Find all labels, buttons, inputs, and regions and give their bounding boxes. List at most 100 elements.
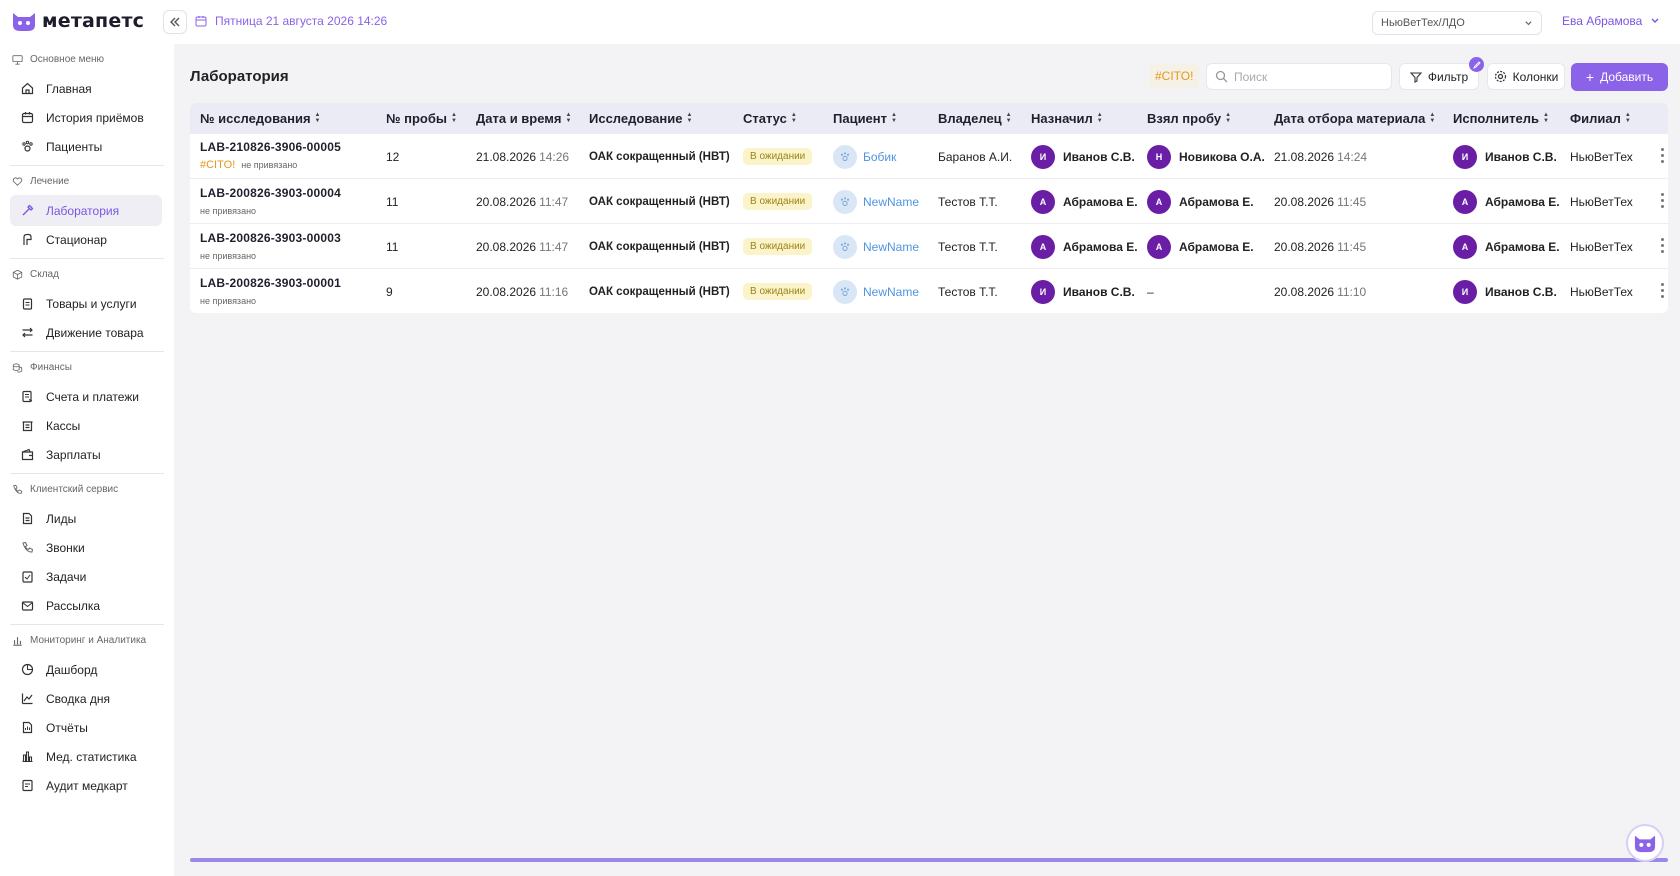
sidebar-item[interactable]: Кассы xyxy=(10,410,162,441)
patient-link[interactable]: NewName xyxy=(863,195,919,209)
sidebar-item[interactable]: Зарплаты xyxy=(10,439,162,470)
assigned-cell: И Иванов С.В. xyxy=(1031,269,1135,313)
patient-cell[interactable]: NewName xyxy=(833,224,919,269)
search-input[interactable]: Поиск xyxy=(1206,63,1392,90)
pipette-icon xyxy=(22,204,34,216)
owner-name: Тестов Т.Т. xyxy=(938,194,998,209)
column-header[interactable]: Владелец ▲ ▼ xyxy=(938,103,1012,133)
sidebar-item[interactable]: Счета и платежи xyxy=(10,381,162,412)
sidebar-item[interactable]: Дашборд xyxy=(10,654,162,685)
column-header[interactable]: Взял пробу ▲ ▼ xyxy=(1147,103,1231,133)
sort-icon[interactable]: ▲ ▼ xyxy=(791,112,797,124)
sidebar-section-label: Лечение xyxy=(30,175,70,187)
sidebar-item-label: Товары и услуги xyxy=(46,296,137,311)
sidebar-item[interactable]: Движение товара xyxy=(10,317,162,348)
sidebar-item[interactable]: Отчёты xyxy=(10,712,162,743)
pencil-icon xyxy=(1472,60,1481,69)
column-header-label: Назначил xyxy=(1031,110,1093,126)
sidebar-item[interactable]: Мед. статистика xyxy=(10,741,162,772)
column-header[interactable]: № исследования ▲ ▼ xyxy=(200,103,321,133)
table-row[interactable]: LAB-200826-3903-00001 не привязано 9 20.08.… xyxy=(190,268,1668,313)
row-menu-icon[interactable] xyxy=(1658,238,1666,253)
lab-id[interactable]: LAB-200826-3903-00003 xyxy=(200,231,341,245)
owner-name: Баранов А.И. xyxy=(938,149,1013,164)
patient-cell[interactable]: Бобик xyxy=(833,134,896,179)
filter-button[interactable]: Фильтр xyxy=(1399,63,1479,90)
current-date: Пятница 21 августа 2026 14:26 xyxy=(195,14,387,28)
sidebar-item[interactable]: Звонки xyxy=(10,532,162,563)
time: 14:26 xyxy=(539,149,570,164)
table-row[interactable]: LAB-200826-3903-00003 не привязано 11 20.08… xyxy=(190,223,1668,268)
filter-edit-badge[interactable] xyxy=(1469,57,1484,72)
status-cell: В ожидании xyxy=(743,224,813,269)
cito-filter-chip[interactable]: #CITO! xyxy=(1149,64,1200,88)
sample-date: 20.08.2026 xyxy=(1274,194,1335,209)
sort-icon[interactable]: ▲ ▼ xyxy=(566,112,572,124)
sample-number: 11 xyxy=(386,194,399,209)
sidebar-item[interactable]: Аудит медкарт xyxy=(10,770,162,801)
sample-number: 9 xyxy=(386,284,393,299)
column-header-label: Исполнитель xyxy=(1453,110,1539,126)
sort-icon[interactable]: ▲ ▼ xyxy=(315,112,321,124)
sort-icon[interactable]: ▲ ▼ xyxy=(686,112,692,124)
branch-name: НьюВетТех xyxy=(1570,149,1633,164)
patient-cell[interactable]: NewName xyxy=(833,179,919,224)
sidebar-item[interactable]: Товары и услуги xyxy=(10,288,162,319)
sidebar-item[interactable]: Рассылка xyxy=(10,590,162,621)
sort-icon[interactable]: ▲ ▼ xyxy=(1543,112,1549,124)
column-header[interactable]: Статус ▲ ▼ xyxy=(743,103,797,133)
column-header[interactable]: Пациент ▲ ▼ xyxy=(833,103,897,133)
row-menu-icon[interactable] xyxy=(1658,283,1666,298)
sort-icon[interactable]: ▲ ▼ xyxy=(451,112,457,124)
sidebar-item[interactable]: Задачи xyxy=(10,561,162,592)
sidebar-item[interactable]: История приёмов xyxy=(10,102,162,133)
horizontal-scrollbar[interactable] xyxy=(190,858,1668,862)
date-text: Пятница 21 августа 2026 14:26 xyxy=(215,14,388,28)
patient-link[interactable]: Бобик xyxy=(863,150,896,164)
sidebar-item[interactable]: Главная xyxy=(10,73,162,104)
lab-id[interactable]: LAB-200826-3903-00004 xyxy=(200,186,341,200)
report-icon xyxy=(22,721,33,734)
column-header[interactable]: Исследование ▲ ▼ xyxy=(589,103,692,133)
table-row[interactable]: LAB-200826-3903-00004 не привязано 11 20.08… xyxy=(190,178,1668,223)
patient-link[interactable]: NewName xyxy=(863,285,919,299)
collapse-sidebar-button[interactable] xyxy=(163,10,187,34)
sort-icon[interactable]: ▲ ▼ xyxy=(1006,112,1012,124)
branch-select[interactable]: НьюВетТех/ЛДО xyxy=(1372,11,1542,35)
patient-cell[interactable]: NewName xyxy=(833,269,919,313)
sort-icon[interactable]: ▲ ▼ xyxy=(1097,112,1103,124)
sidebar-item[interactable]: Сводка дня xyxy=(10,683,162,714)
sidebar-item[interactable]: Лиды xyxy=(10,503,162,534)
paw-icon xyxy=(840,196,850,206)
sort-icon[interactable]: ▲ ▼ xyxy=(1429,112,1435,124)
sidebar-item[interactable]: Стационар xyxy=(10,224,162,255)
row-menu-icon[interactable] xyxy=(1658,148,1666,163)
row-menu-icon[interactable] xyxy=(1658,193,1666,208)
column-header[interactable]: Дата и время ▲ ▼ xyxy=(476,103,571,133)
column-header[interactable]: Назначил ▲ ▼ xyxy=(1031,103,1103,133)
add-button[interactable]: + Добавить xyxy=(1571,63,1668,91)
sidebar-section-title: Основное меню xyxy=(0,48,174,70)
table-row[interactable]: LAB-210826-3906-00005 #CITO! не привязано 1… xyxy=(190,133,1668,178)
column-header[interactable]: Филиал ▲ ▼ xyxy=(1570,103,1631,133)
column-header[interactable]: Дата отбора материала ▲ ▼ xyxy=(1274,103,1435,133)
sort-icon[interactable]: ▲ ▼ xyxy=(891,112,897,124)
paw-icon xyxy=(840,151,850,161)
column-header[interactable]: Исполнитель ▲ ▼ xyxy=(1453,103,1549,133)
sidebar-section-label: Основное меню xyxy=(30,53,105,65)
sidebar-item[interactable]: Пациенты xyxy=(10,131,162,162)
chat-assistant-button[interactable] xyxy=(1626,824,1664,862)
sidebar-item-label: Стационар xyxy=(46,232,107,247)
lab-id[interactable]: LAB-210826-3906-00005 xyxy=(200,140,341,154)
pie-icon xyxy=(21,663,34,676)
sidebar-item[interactable]: Лаборатория xyxy=(10,195,162,226)
column-header[interactable]: № пробы ▲ ▼ xyxy=(386,103,457,133)
logo[interactable]: метапетс xyxy=(10,9,144,33)
patient-link[interactable]: NewName xyxy=(863,240,919,254)
sort-icon[interactable]: ▲ ▼ xyxy=(1225,112,1231,124)
sample-date-time: 21.08.2026 14:24 xyxy=(1274,134,1367,179)
user-menu[interactable]: Ева Абрамова xyxy=(1562,14,1660,28)
columns-button[interactable]: Колонки xyxy=(1487,63,1565,90)
sort-icon[interactable]: ▲ ▼ xyxy=(1625,112,1631,124)
lab-id[interactable]: LAB-200826-3903-00001 xyxy=(200,276,341,290)
